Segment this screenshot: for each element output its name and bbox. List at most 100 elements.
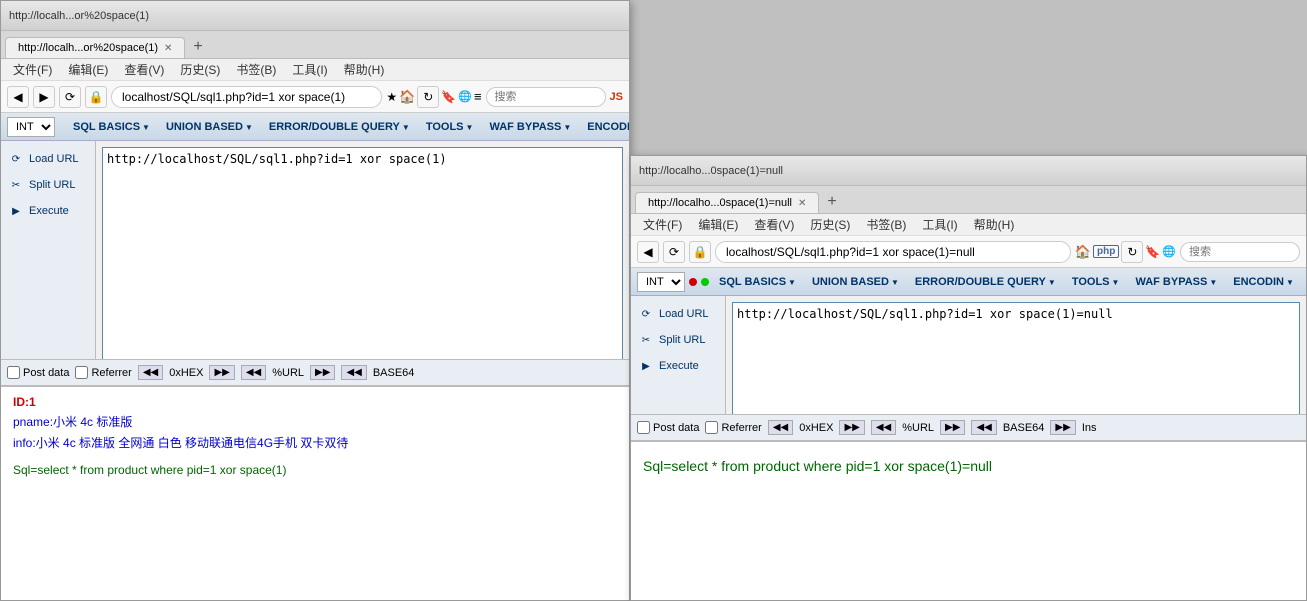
addr-icons-1: ★ 🏠 ↻ 🔖 🌐 ≡: [386, 86, 481, 108]
title-bar-1: http://localh...or%20space(1): [1, 1, 629, 31]
sql-basics-menu-1[interactable]: SQL BASICS: [67, 119, 156, 135]
address-input-2[interactable]: [715, 241, 1071, 263]
load-icon-2: ⟳: [639, 307, 653, 321]
star-icon-1[interactable]: ★: [386, 90, 397, 104]
url-right-btn-1[interactable]: ▶▶: [310, 365, 335, 380]
hex-right-btn-2[interactable]: ▶▶: [839, 420, 864, 435]
referrer-checkbox-2[interactable]: [705, 421, 718, 434]
menu-history-2[interactable]: 历史(S): [802, 214, 858, 235]
menu-view-1[interactable]: 查看(V): [116, 59, 172, 80]
home-button-1[interactable]: 🔒: [85, 86, 107, 108]
tools-menu-1[interactable]: TOOLS: [420, 119, 480, 135]
post-data-option-2[interactable]: Post data: [637, 421, 699, 434]
refresh-btn-1[interactable]: ↻: [417, 86, 439, 108]
url-right-btn-2[interactable]: ▶▶: [940, 420, 965, 435]
post-data-option-1[interactable]: Post data: [7, 366, 69, 379]
sqli-toolbar-1: INT SQL BASICS UNION BASED ERROR/DOUBLE …: [1, 113, 629, 141]
status-dot-red-2: [689, 278, 697, 286]
menu-help-1[interactable]: 帮助(H): [336, 59, 393, 80]
split-url-btn-1[interactable]: ✂ Split URL: [1, 173, 95, 197]
referrer-checkbox-1[interactable]: [75, 366, 88, 379]
split-url-label-2: Split URL: [659, 334, 705, 346]
menu-tools-2[interactable]: 工具(I): [914, 214, 965, 235]
url-label-2: %URL: [902, 422, 934, 434]
search-input-2[interactable]: [1180, 242, 1300, 262]
menu-tools-1[interactable]: 工具(I): [284, 59, 335, 80]
int-select-1[interactable]: INT: [7, 117, 55, 137]
waf-bypass-menu-1[interactable]: WAF BYPASS: [483, 119, 577, 135]
tab-2[interactable]: http://localho...0space(1)=null ✕: [635, 192, 819, 213]
post-data-checkbox-1[interactable]: [7, 366, 20, 379]
back-button-1[interactable]: ◀: [7, 86, 29, 108]
result-area-1: ID:1 pname:小米 4c 标准版 info:小米 4c 标准版 全网通 …: [1, 385, 629, 600]
load-url-btn-1[interactable]: ⟳ Load URL: [1, 147, 95, 171]
title-bar-2: http://localho...0space(1)=null: [631, 156, 1306, 186]
url-left-btn-1[interactable]: ◀◀: [241, 365, 266, 380]
execute-icon-2: ▶: [639, 359, 653, 373]
waf-bypass-menu-2[interactable]: WAF BYPASS: [1129, 274, 1223, 290]
referrer-option-1[interactable]: Referrer: [75, 366, 131, 379]
hex-left-btn-2[interactable]: ◀◀: [768, 420, 793, 435]
address-bar-2: ◀ ⟳ 🔒 🏠 php ↻ 🔖 🌐: [631, 236, 1306, 268]
error-double-menu-1[interactable]: ERROR/DOUBLE QUERY: [263, 119, 416, 135]
result-id-1: ID:1: [13, 395, 617, 409]
home-icon-2[interactable]: 🏠: [1075, 244, 1091, 260]
menu-help-2[interactable]: 帮助(H): [966, 214, 1023, 235]
url-label-1: %URL: [272, 367, 304, 379]
new-tab-button-2[interactable]: +: [819, 191, 844, 213]
load-icon-1: ⟳: [9, 152, 23, 166]
menu-bookmarks-2[interactable]: 书签(B): [858, 214, 914, 235]
menu-file-2[interactable]: 文件(F): [635, 214, 690, 235]
reload-button-1[interactable]: ⟳: [59, 86, 81, 108]
hex-left-btn-1[interactable]: ◀◀: [138, 365, 163, 380]
load-url-btn-2[interactable]: ⟳ Load URL: [631, 302, 725, 326]
hex-label-2: 0xHEX: [799, 422, 833, 434]
back-button-2[interactable]: ◀: [637, 241, 659, 263]
int-select-2[interactable]: INT: [637, 272, 685, 292]
encoding-menu-1[interactable]: ENCODING: [581, 119, 629, 135]
tab-1[interactable]: http://localh...or%20space(1) ✕: [5, 37, 185, 58]
encoding-menu-2[interactable]: ENCODIN: [1227, 274, 1300, 290]
base64-left-btn-1[interactable]: ◀◀: [341, 365, 366, 380]
menu-edit-1[interactable]: 编辑(E): [60, 59, 116, 80]
base64-right-btn-2[interactable]: ▶▶: [1050, 420, 1075, 435]
options-bar-1: Post data Referrer ◀◀ 0xHEX ▶▶ ◀◀ %URL ▶…: [1, 359, 629, 385]
bookmark-icon-1[interactable]: 🔖: [441, 90, 456, 104]
tab-close-1[interactable]: ✕: [164, 43, 172, 54]
execute-btn-1[interactable]: ▶ Execute: [1, 199, 95, 223]
refresh-btn-2[interactable]: ↻: [1121, 241, 1143, 263]
base64-left-btn-2[interactable]: ◀◀: [971, 420, 996, 435]
base64-label-2: BASE64: [1003, 422, 1045, 434]
union-based-menu-2[interactable]: UNION BASED: [806, 274, 905, 290]
menu-edit-2[interactable]: 编辑(E): [690, 214, 746, 235]
result-info-1: info:小米 4c 标准版 全网通 白色 移动联通电信4G手机 双卡双待: [13, 434, 617, 451]
tab-close-2[interactable]: ✕: [798, 198, 806, 209]
options-bar-2: Post data Referrer ◀◀ 0xHEX ▶▶ ◀◀ %URL ▶…: [631, 414, 1306, 440]
menu-file-1[interactable]: 文件(F): [5, 59, 60, 80]
union-based-menu-1[interactable]: UNION BASED: [160, 119, 259, 135]
forward-button-1[interactable]: ▶: [33, 86, 55, 108]
execute-btn-2[interactable]: ▶ Execute: [631, 354, 725, 378]
menu-view-2[interactable]: 查看(V): [746, 214, 802, 235]
post-data-checkbox-2[interactable]: [637, 421, 650, 434]
error-double-menu-2[interactable]: ERROR/DOUBLE QUERY: [909, 274, 1062, 290]
tools-menu-2[interactable]: TOOLS: [1066, 274, 1126, 290]
sql-basics-menu-2[interactable]: SQL BASICS: [713, 274, 802, 290]
split-url-btn-2[interactable]: ✂ Split URL: [631, 328, 725, 352]
new-tab-button-1[interactable]: +: [185, 36, 210, 58]
search-icon-2: 🌐: [1162, 245, 1176, 258]
bookmark-icon-2[interactable]: 🔖: [1145, 245, 1160, 259]
hex-right-btn-1[interactable]: ▶▶: [209, 365, 234, 380]
browser-window-1: http://localh...or%20space(1) http://loc…: [0, 0, 630, 601]
status-dot-green-2: [701, 278, 709, 286]
home-icon-1[interactable]: 🏠: [399, 89, 415, 105]
url-left-btn-2[interactable]: ◀◀: [871, 420, 896, 435]
reload-button-2[interactable]: ⟳: [663, 241, 685, 263]
more-icon-1[interactable]: ≡: [474, 89, 482, 104]
menu-history-1[interactable]: 历史(S): [172, 59, 228, 80]
address-input-1[interactable]: [111, 86, 382, 108]
referrer-option-2[interactable]: Referrer: [705, 421, 761, 434]
search-input-1[interactable]: [486, 87, 606, 107]
tab-label-2: http://localho...0space(1)=null: [648, 197, 792, 209]
menu-bookmarks-1[interactable]: 书签(B): [228, 59, 284, 80]
